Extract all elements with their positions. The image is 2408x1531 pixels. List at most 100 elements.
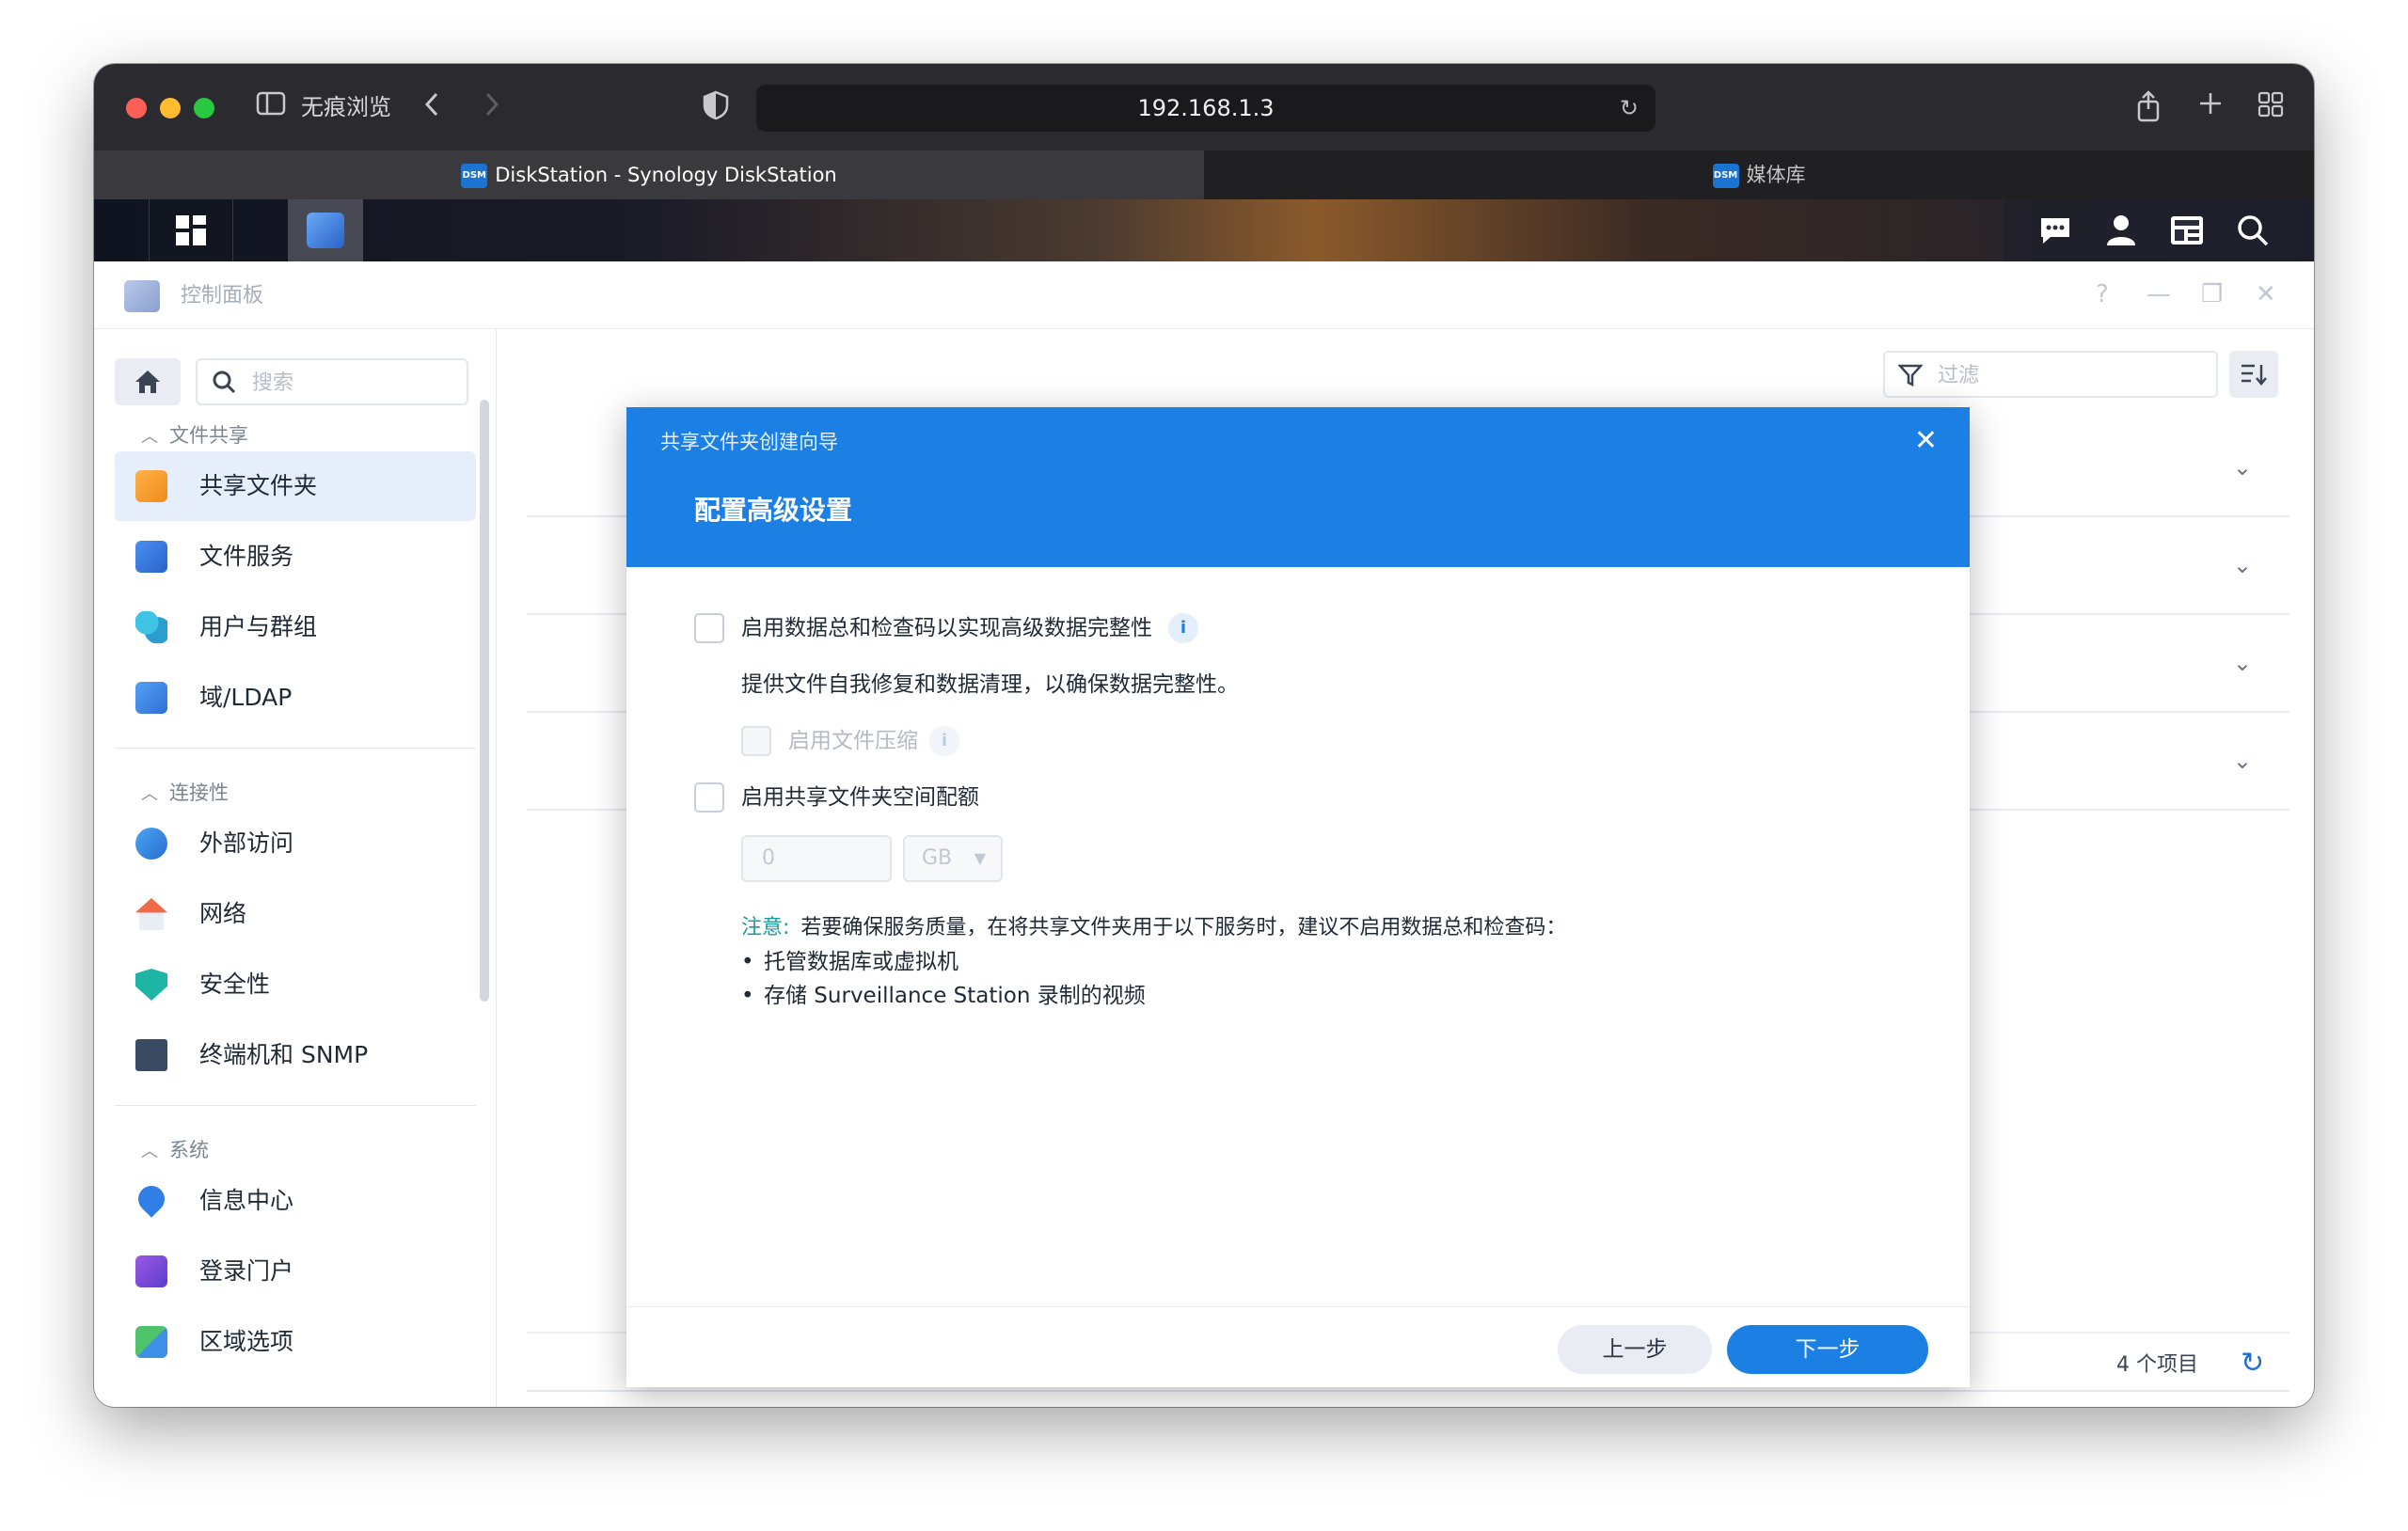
section-file-sharing[interactable]: ︿ 文件共享 [141, 417, 248, 454]
user-icon[interactable] [2088, 199, 2154, 261]
info-icon[interactable]: i [929, 726, 959, 756]
close-icon[interactable]: ✕ [2256, 280, 2276, 308]
chevron-up-icon: ︿ [141, 784, 158, 804]
sidebar-item-label: 外部访问 [199, 829, 294, 857]
control-panel-title: 控制面板 [181, 284, 264, 308]
back-icon[interactable] [418, 90, 446, 124]
section-label: 连接性 [169, 781, 229, 804]
checksum-description: 提供文件自我修复和数据清理，以确保数据完整性。 [741, 672, 1239, 697]
sidebar-item-login-portal[interactable]: 登录门户 [115, 1237, 476, 1306]
tab-strip: DSM DiskStation - Synology DiskStation DS… [94, 150, 2314, 199]
browser-toolbar: 无痕浏览 192.168.1.3 ↻ [94, 64, 2314, 150]
chevron-down-icon[interactable]: ⌄ [2233, 649, 2252, 677]
help-icon[interactable]: ? [2096, 280, 2109, 308]
minimize-window-button[interactable] [160, 98, 181, 118]
main-menu-button[interactable] [149, 199, 233, 261]
quota-unit-select[interactable]: GB ▼ [903, 835, 1003, 882]
section-system[interactable]: ︿ 系统 [141, 1131, 209, 1169]
note-lead: 注意: [741, 916, 790, 939]
chevron-down-icon[interactable]: ⌄ [2233, 747, 2252, 775]
chevron-up-icon: ︿ [141, 1142, 158, 1161]
external-access-icon [135, 828, 167, 860]
sidebar-item-label: 信息中心 [199, 1187, 294, 1214]
url-text: 192.168.1.3 [1137, 95, 1275, 121]
shared-folder-icon [135, 470, 167, 502]
control-panel-sidebar: 搜索 ︿ 文件共享 共享文件夹 文件服务 用户与群组 域/LDAP ︿ 连接性 … [94, 329, 497, 1407]
filter-placeholder: 过滤 [1938, 364, 1980, 387]
chevron-up-icon: ︿ [141, 427, 158, 447]
share-icon[interactable] [2130, 90, 2167, 124]
note-bullet: • 存储 Surveillance Station 录制的视频 [741, 981, 1146, 1011]
home-button[interactable] [115, 358, 181, 405]
zoom-window-button[interactable] [194, 98, 214, 118]
sidebar-item-label: 终端机和 SNMP [199, 1041, 369, 1068]
wizard-title: 共享文件夹创建向导 [660, 431, 838, 453]
tab-label: DiskStation - Synology DiskStation [495, 164, 837, 186]
quota-unit-value: GB [922, 846, 953, 870]
info-icon[interactable]: i [1168, 613, 1198, 643]
quota-checkbox[interactable] [694, 782, 724, 813]
caret-down-icon: ▼ [974, 849, 986, 867]
control-panel-taskbar-button[interactable] [288, 199, 363, 261]
sort-button[interactable] [2229, 351, 2278, 398]
sidebar-item-terminal-snmp[interactable]: 终端机和 SNMP [115, 1020, 476, 1090]
sidebar-item-external-access[interactable]: 外部访问 [115, 809, 476, 878]
checksum-checkbox[interactable] [694, 613, 724, 643]
address-bar[interactable]: 192.168.1.3 ↻ [756, 85, 1656, 132]
private-browsing-label: 无痕浏览 [301, 94, 391, 120]
sidebar-item-info-center[interactable]: 信息中心 [115, 1166, 476, 1236]
sidebar-search-input[interactable]: 搜索 [196, 358, 468, 405]
sidebar-item-network[interactable]: 网络 [115, 879, 476, 949]
sidebar-item-regional-options[interactable]: 区域选项 [115, 1307, 476, 1377]
taskbar-tray [2004, 199, 2314, 261]
sidebar-item-domain-ldap[interactable]: 域/LDAP [115, 663, 476, 733]
privacy-shield-icon[interactable] [700, 90, 732, 124]
close-icon[interactable]: ✕ [1914, 424, 1938, 458]
wizard-header: 共享文件夹创建向导 配置高级设置 ✕ [626, 407, 1970, 567]
sidebar-item-label: 网络 [199, 900, 247, 927]
shield-icon [135, 969, 167, 1001]
tab-diskstation[interactable]: DSM DiskStation - Synology DiskStation [94, 150, 1204, 199]
minimize-icon[interactable]: — [2147, 280, 2171, 308]
sidebar-item-users-groups[interactable]: 用户与群组 [115, 592, 476, 662]
sidebar-item-label: 区域选项 [199, 1328, 294, 1355]
forward-icon[interactable] [478, 90, 506, 124]
widgets-icon[interactable] [2154, 199, 2220, 261]
notifications-icon[interactable] [2022, 199, 2088, 261]
search-icon [211, 366, 237, 403]
sidebar-scrollbar[interactable] [480, 400, 489, 1002]
chevron-down-icon[interactable]: ⌄ [2233, 453, 2252, 481]
previous-step-button[interactable]: 上一步 [1558, 1325, 1712, 1374]
reload-icon[interactable]: ↻ [1620, 85, 1639, 132]
sidebar-toggle-icon[interactable] [254, 90, 288, 124]
new-tab-icon[interactable] [2192, 90, 2229, 124]
next-step-button[interactable]: 下一步 [1727, 1325, 1928, 1374]
refresh-icon[interactable]: ↻ [2241, 1347, 2264, 1381]
browser-window: 无痕浏览 192.168.1.3 ↻ DSM DiskStation - Syno… [94, 64, 2314, 1407]
sidebar-item-shared-folder[interactable]: 共享文件夹 [115, 451, 476, 521]
search-placeholder: 搜索 [252, 371, 294, 395]
wizard-step-title: 配置高级设置 [694, 495, 853, 526]
quota-label: 启用共享文件夹空间配额 [741, 785, 979, 810]
item-count: 4 个项目 [2116, 1353, 2198, 1377]
tab-overview-icon[interactable] [2252, 90, 2289, 124]
chevron-down-icon[interactable]: ⌄ [2233, 551, 2252, 579]
control-panel-titlebar: 控制面板 ? — ❐ ✕ [94, 261, 2314, 329]
dsm-favicon-icon: DSM [1712, 164, 1739, 188]
terminal-icon [135, 1039, 167, 1071]
dsm-favicon-icon: DSM [461, 164, 488, 188]
filter-input[interactable]: 过滤 [1883, 351, 2218, 398]
close-window-button[interactable] [126, 98, 147, 118]
sidebar-item-security[interactable]: 安全性 [115, 950, 476, 1019]
compression-checkbox[interactable] [741, 726, 771, 756]
regional-options-icon [135, 1326, 167, 1358]
tab-media-library[interactable]: DSM 媒体库 [1204, 150, 2314, 199]
bullet-text: 托管数据库或虚拟机 [764, 950, 958, 974]
tab-label: 媒体库 [1746, 164, 1806, 186]
quota-size-input[interactable]: 0 [741, 835, 892, 882]
restore-icon[interactable]: ❐ [2201, 280, 2223, 308]
sidebar-item-file-services[interactable]: 文件服务 [115, 522, 476, 592]
sidebar-item-label: 登录门户 [199, 1257, 294, 1285]
search-icon[interactable] [2220, 199, 2286, 261]
section-connectivity[interactable]: ︿ 连接性 [141, 774, 229, 812]
